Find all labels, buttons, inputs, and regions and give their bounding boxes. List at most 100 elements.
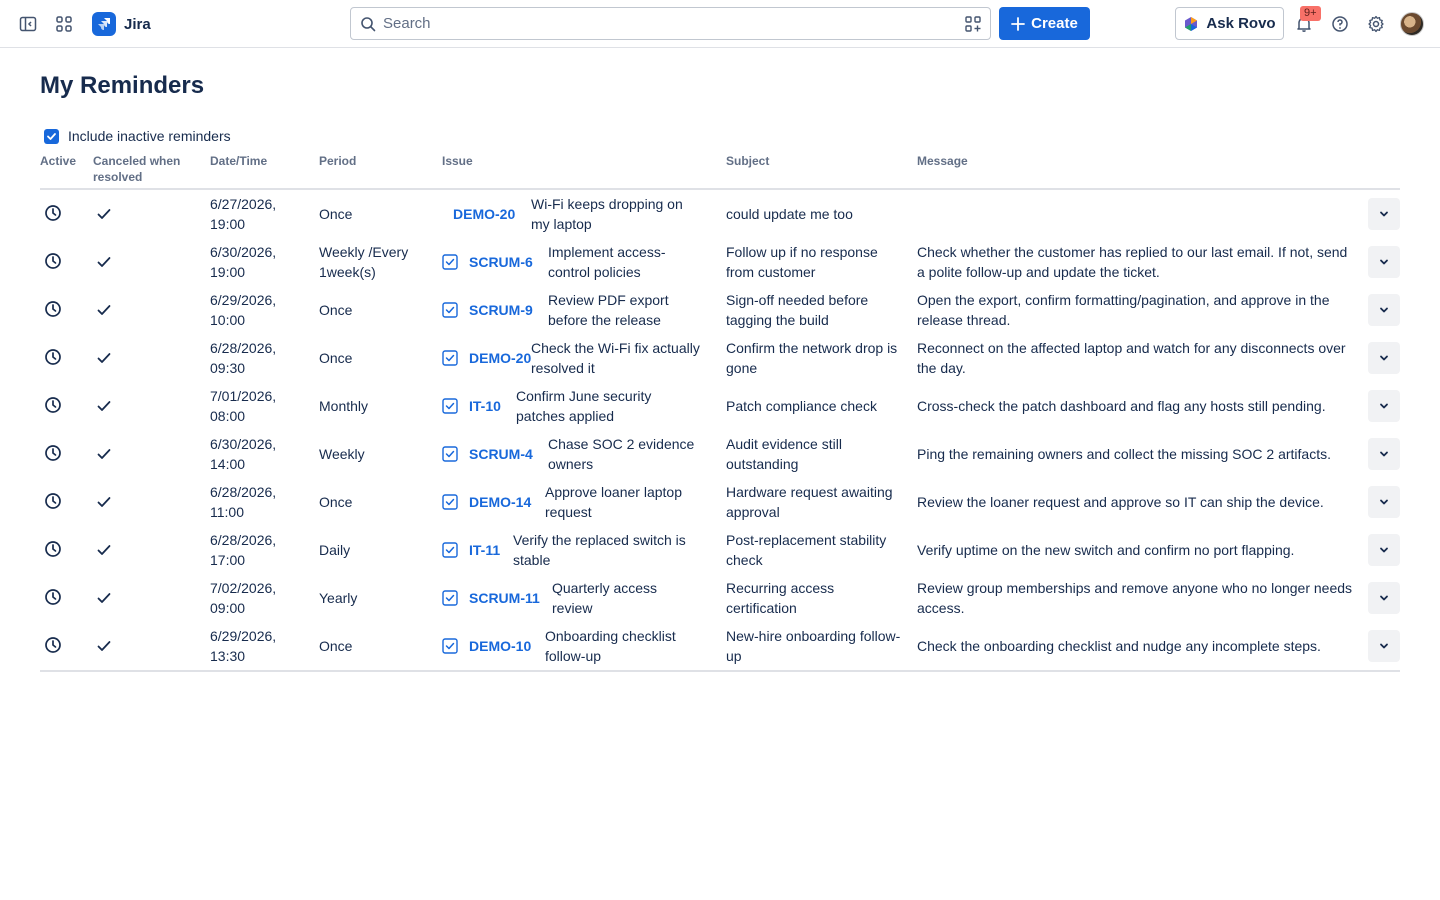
- issue-summary: Quarterly access review: [552, 580, 658, 616]
- task-type-icon: [442, 398, 458, 414]
- check-icon: [97, 401, 111, 411]
- row-actions-dropdown-button[interactable]: [1368, 630, 1400, 662]
- task-type-icon: [442, 302, 458, 318]
- table-row: 6/30/2026, 19:00 Weekly /Every 1week(s) …: [0, 238, 1440, 286]
- reminder-subject: Follow up if no response from customer: [726, 244, 878, 280]
- reminder-date: 7/01/2026,: [210, 388, 277, 404]
- reminder-time: 08:00: [210, 408, 246, 424]
- clock-icon: [45, 445, 61, 461]
- check-icon: [97, 305, 111, 315]
- task-type-icon: [442, 350, 458, 366]
- task-type-icon: [442, 254, 458, 270]
- issue-summary: Approve loaner laptop request: [545, 484, 682, 520]
- issue-summary: Confirm June security patches applied: [516, 388, 652, 424]
- row-actions-dropdown-button[interactable]: [1368, 246, 1400, 278]
- row-actions-dropdown-button[interactable]: [1368, 534, 1400, 566]
- row-actions-dropdown-button[interactable]: [1368, 342, 1400, 374]
- settings-gear-icon[interactable]: [1364, 12, 1388, 36]
- reminder-datetime: 6/29/2026, 10:00: [210, 290, 300, 330]
- reminder-date: 6/29/2026,: [210, 628, 277, 644]
- row-actions-dropdown-button[interactable]: [1368, 486, 1400, 518]
- reminder-time: 13:30: [210, 648, 246, 664]
- table-row: 6/27/2026, 19:00 Once DEMO-20 Wi-Fi keep…: [0, 190, 1440, 238]
- reminder-datetime: 7/01/2026, 08:00: [210, 386, 300, 426]
- reminder-message: Reconnect on the affected laptop and wat…: [917, 340, 1346, 376]
- create-button-label: Create: [1031, 15, 1078, 32]
- clock-icon: [45, 349, 61, 365]
- search-icon: [361, 17, 376, 32]
- row-actions-dropdown-button[interactable]: [1368, 438, 1400, 470]
- reminder-time: 19:00: [210, 216, 246, 232]
- include-inactive-label: Include inactive reminders: [68, 128, 231, 144]
- sidebar-toggle-icon[interactable]: [16, 12, 40, 36]
- column-header-canceled: Canceled when resolved: [93, 153, 180, 185]
- reminder-time: 19:00: [210, 264, 246, 280]
- issue-key-link[interactable]: DEMO-20: [453, 204, 515, 224]
- issue-key-link[interactable]: DEMO-14: [469, 492, 531, 512]
- task-type-icon: [442, 542, 458, 558]
- search-box[interactable]: [350, 7, 991, 40]
- chevron-down-icon: [1380, 307, 1388, 313]
- table-row: 6/30/2026, 14:00 Weekly SCRUM-4 Chase SO…: [0, 430, 1440, 478]
- app-switcher-icon[interactable]: [52, 12, 76, 36]
- row-actions-dropdown-button[interactable]: [1368, 582, 1400, 614]
- table-row: 6/28/2026, 11:00 Once DEMO-14 Approve lo…: [0, 478, 1440, 526]
- create-button[interactable]: Create: [999, 7, 1090, 40]
- include-inactive-toggle[interactable]: Include inactive reminders: [44, 128, 231, 144]
- issue-summary: Onboarding checklist follow-up: [545, 628, 676, 664]
- issue-key-link[interactable]: SCRUM-6: [469, 252, 533, 272]
- notification-count-badge: 9+: [1300, 6, 1321, 21]
- reminder-period: Once: [319, 206, 353, 222]
- table-row: 6/28/2026, 17:00 Daily IT-11 Verify the …: [0, 526, 1440, 574]
- chevron-down-icon: [1380, 547, 1388, 553]
- issue-key-link[interactable]: SCRUM-4: [469, 444, 533, 464]
- row-actions-dropdown-button[interactable]: [1368, 294, 1400, 326]
- reminder-subject: Confirm the network drop is gone: [726, 340, 898, 376]
- page-title: My Reminders: [40, 72, 205, 99]
- column-header-canceled-line1: Canceled when: [93, 154, 181, 168]
- include-inactive-checkbox[interactable]: [44, 128, 59, 144]
- issue-key-link[interactable]: SCRUM-9: [469, 300, 533, 320]
- jira-logo[interactable]: Jira: [92, 12, 151, 36]
- issue-key-link[interactable]: IT-10: [469, 396, 501, 416]
- issue-key-link[interactable]: DEMO-20: [469, 348, 531, 368]
- reminder-date: 6/27/2026,: [210, 196, 277, 212]
- table-row: 7/01/2026, 08:00 Monthly IT-10 Confirm J…: [0, 382, 1440, 430]
- column-header-subject: Subject: [726, 154, 770, 168]
- check-icon: [97, 545, 111, 555]
- issue-key-link[interactable]: IT-11: [469, 540, 500, 560]
- help-icon[interactable]: [1328, 12, 1352, 36]
- reminder-period: Weekly: [319, 446, 365, 462]
- reminder-message: Verify uptime on the new switch and conf…: [917, 542, 1295, 558]
- reminder-date: 6/28/2026,: [210, 484, 277, 500]
- reminder-time: 17:00: [210, 552, 246, 568]
- row-actions-dropdown-button[interactable]: [1368, 390, 1400, 422]
- reminder-period: Monthly: [319, 398, 369, 414]
- issue-key-link[interactable]: SCRUM-11: [469, 588, 540, 608]
- reminder-datetime: 7/02/2026, 09:00: [210, 578, 300, 618]
- table-row: 6/29/2026, 10:00 Once SCRUM-9 Review PDF…: [0, 286, 1440, 334]
- checkmark-icon: [47, 132, 56, 140]
- chevron-down-icon: [1380, 595, 1388, 601]
- check-icon: [97, 209, 111, 219]
- reminder-message: Open the export, confirm formatting/pagi…: [917, 292, 1330, 328]
- reminder-date: 6/30/2026,: [210, 244, 277, 260]
- reminder-date: 6/28/2026,: [210, 532, 277, 548]
- issue-key-link[interactable]: DEMO-10: [469, 636, 531, 656]
- row-actions-dropdown-button[interactable]: [1368, 198, 1400, 230]
- issue-summary: Review PDF export before the release: [548, 292, 669, 328]
- reminder-period: Weekly /Every 1week(s): [319, 244, 409, 280]
- task-type-icon: [442, 494, 458, 510]
- chevron-down-icon: [1380, 259, 1388, 265]
- check-icon: [97, 449, 111, 459]
- search-input[interactable]: [383, 8, 943, 39]
- user-avatar[interactable]: [1400, 12, 1424, 36]
- jira-logo-icon: [92, 12, 116, 36]
- reminder-subject: New-hire onboarding follow-up: [726, 628, 901, 664]
- reminder-period: Once: [319, 494, 353, 510]
- check-icon: [97, 257, 111, 267]
- search-filter-icon[interactable]: [964, 15, 982, 33]
- reminder-date: 6/29/2026,: [210, 292, 277, 308]
- ask-rovo-button[interactable]: Ask Rovo: [1175, 7, 1284, 40]
- issue-summary: Chase SOC 2 evidence owners: [548, 436, 695, 472]
